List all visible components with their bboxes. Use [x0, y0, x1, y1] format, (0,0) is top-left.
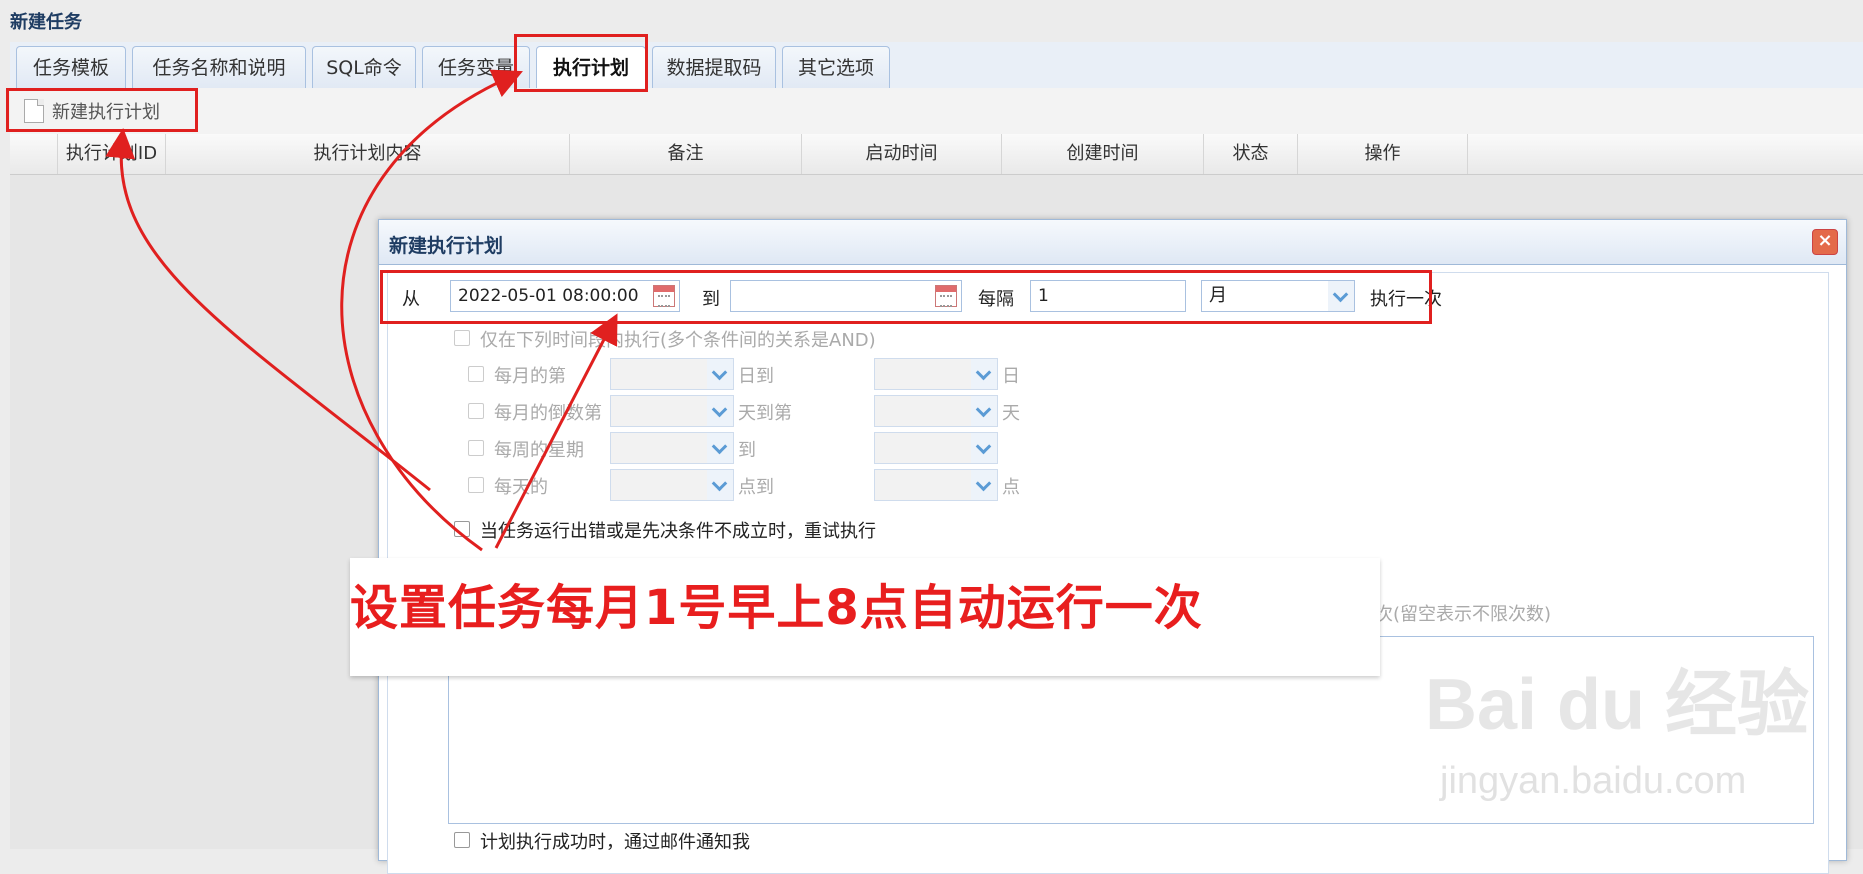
annotation-callout: 设置任务每月1号早上8点自动运行一次 — [350, 558, 1380, 676]
annotation-callout-text: 设置任务每月1号早上8点自动运行一次 — [350, 580, 1203, 636]
annotation-arrows — [105, 69, 618, 552]
arrow-to-plan-id — [105, 128, 431, 492]
arrow-to-schedule-row — [494, 313, 618, 549]
arrow-to-plan-tab — [340, 69, 523, 552]
